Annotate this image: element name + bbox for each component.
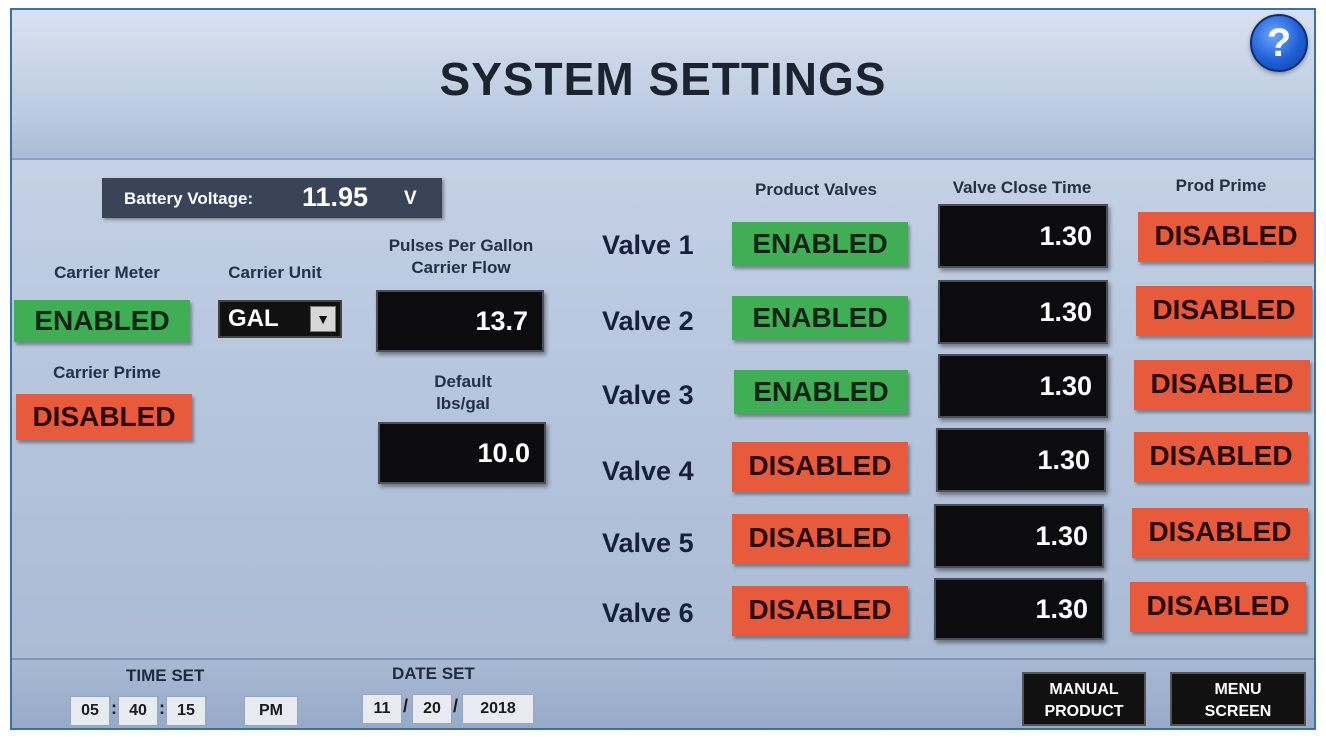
default-label-line1: Default — [434, 372, 492, 391]
valve-2-prime-toggle[interactable]: DISABLED — [1136, 286, 1312, 336]
header: SYSTEM SETTINGS ? — [12, 10, 1314, 160]
valve-5-label: Valve 5 — [602, 528, 694, 558]
carrier-unit-select[interactable]: GAL ▼ — [218, 300, 342, 338]
prod-prime-header: Prod Prime — [1175, 176, 1267, 195]
date-month-field[interactable]: 11 — [362, 694, 402, 724]
product-valves-header: Product Valves — [755, 180, 877, 199]
valve-4-close-time-field[interactable]: 1.30 — [936, 428, 1106, 492]
date-separator-2: / — [453, 696, 459, 716]
valve-1-prime-toggle[interactable]: DISABLED — [1138, 212, 1314, 262]
manual-product-line2: PRODUCT — [1044, 703, 1124, 720]
time-separator-2: : — [159, 698, 165, 718]
manual-product-line1: MANUAL — [1049, 681, 1119, 698]
carrier-meter-label: Carrier Meter — [54, 263, 160, 282]
valve-4-state-toggle[interactable]: DISABLED — [732, 442, 908, 492]
carrier-unit-value: GAL — [228, 305, 279, 332]
date-year-field[interactable]: 2018 — [462, 694, 534, 724]
time-set-label: TIME SET — [126, 666, 205, 685]
valve-3-state-toggle[interactable]: ENABLED — [734, 370, 908, 414]
settings-panel: Battery Voltage: 11.95 V Carrier Meter E… — [12, 160, 1314, 660]
time-separator-1: : — [111, 698, 117, 718]
valve-3-close-time-field[interactable]: 1.30 — [938, 354, 1108, 418]
valve-1-label: Valve 1 — [602, 230, 694, 260]
carrier-prime-toggle[interactable]: DISABLED — [16, 394, 192, 440]
valve-2-close-time-field[interactable]: 1.30 — [938, 280, 1108, 344]
default-lbs-gal-field[interactable]: 10.0 — [378, 422, 546, 484]
valve-4-prime-toggle[interactable]: DISABLED — [1134, 432, 1308, 482]
time-minute-field[interactable]: 40 — [118, 696, 158, 726]
valve-6-label: Valve 6 — [602, 598, 694, 628]
valve-5-close-time-field[interactable]: 1.30 — [934, 504, 1104, 568]
chevron-down-icon[interactable]: ▼ — [310, 306, 336, 332]
date-separator-1: / — [403, 696, 409, 716]
date-day-field[interactable]: 20 — [412, 694, 452, 724]
valve-5-state-toggle[interactable]: DISABLED — [732, 514, 908, 564]
valve-1-state-toggle[interactable]: ENABLED — [732, 222, 908, 266]
battery-voltage-display: Battery Voltage: 11.95 V — [102, 178, 442, 218]
ppg-label-line2: Carrier Flow — [411, 258, 511, 277]
valve-6-prime-toggle[interactable]: DISABLED — [1130, 582, 1306, 632]
valve-6-close-time-field[interactable]: 1.30 — [934, 578, 1104, 640]
battery-value: 11.95 — [302, 182, 369, 212]
carrier-unit-label: Carrier Unit — [228, 263, 322, 282]
valve-6-state-toggle[interactable]: DISABLED — [732, 586, 908, 636]
valve-close-time-header: Valve Close Time — [952, 178, 1092, 197]
valve-2-label: Valve 2 — [602, 306, 694, 336]
menu-screen-line2: SCREEN — [1204, 703, 1272, 720]
valve-2-state-toggle[interactable]: ENABLED — [732, 296, 908, 340]
valve-3-label: Valve 3 — [602, 380, 694, 410]
footer-bar: TIME SET 05 : 40 : 15 PM DATE SET 11 / 2… — [12, 658, 1314, 728]
help-icon[interactable]: ? — [1250, 14, 1308, 72]
valve-1-close-time-field[interactable]: 1.30 — [938, 204, 1108, 268]
carrier-prime-label: Carrier Prime — [53, 363, 161, 382]
battery-label: Battery Voltage: — [124, 189, 254, 208]
hmi-screen: SYSTEM SETTINGS ? Battery Voltage: 11.95… — [10, 8, 1316, 730]
valve-4-label: Valve 4 — [602, 456, 694, 486]
ppg-value-field[interactable]: 13.7 — [376, 290, 544, 352]
date-set-label: DATE SET — [392, 664, 475, 683]
valve-5-prime-toggle[interactable]: DISABLED — [1132, 508, 1308, 558]
menu-screen-line1: MENU — [1214, 681, 1262, 698]
page-title: SYSTEM SETTINGS — [439, 53, 887, 105]
time-ampm-field[interactable]: PM — [244, 696, 298, 726]
valve-3-prime-toggle[interactable]: DISABLED — [1134, 360, 1310, 410]
battery-unit: V — [404, 188, 417, 209]
ppg-label-line1: Pulses Per Gallon — [388, 236, 534, 255]
time-hour-field[interactable]: 05 — [70, 696, 110, 726]
time-second-field[interactable]: 15 — [166, 696, 206, 726]
default-label-line2: lbs/gal — [436, 394, 490, 413]
menu-screen-button[interactable]: MENU SCREEN — [1170, 672, 1306, 726]
manual-product-button[interactable]: MANUAL PRODUCT — [1022, 672, 1146, 726]
carrier-meter-toggle[interactable]: ENABLED — [14, 300, 190, 342]
